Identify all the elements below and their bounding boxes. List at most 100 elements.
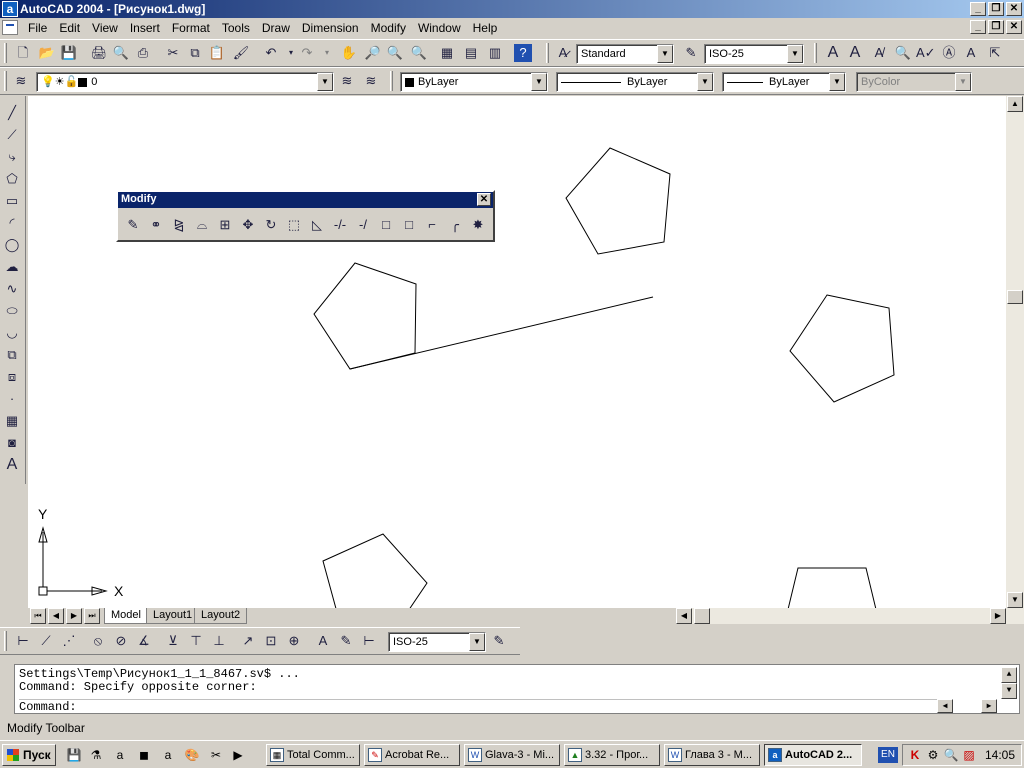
trim-icon[interactable]: -/- (331, 216, 349, 234)
chevron-down-icon[interactable]: ▼ (469, 633, 485, 651)
dimension-text-edit-icon[interactable]: ✎ (337, 632, 355, 650)
mirror-icon[interactable]: ⧎ (170, 216, 188, 234)
doc-restore-button[interactable]: ❐ (988, 20, 1004, 34)
ellipse-icon[interactable]: ⬭ (3, 302, 21, 320)
break-at-point-icon[interactable]: □ (377, 216, 395, 234)
menu-view[interactable]: View (86, 21, 124, 35)
linear-dimension-icon[interactable]: ⊢ (14, 632, 32, 650)
insert-block-icon[interactable]: ⧉ (3, 346, 21, 364)
color-combo[interactable]: ByLayer ▼ (400, 72, 548, 92)
break-icon[interactable]: □ (400, 216, 418, 234)
language-indicator[interactable]: EN (878, 747, 898, 763)
pentagon-shape[interactable] (783, 567, 881, 627)
edit-text-icon[interactable]: A̸ (870, 44, 888, 62)
document-icon[interactable] (2, 20, 18, 35)
chevron-down-icon[interactable]: ▼ (531, 73, 547, 91)
minimize-button[interactable]: _ (970, 2, 986, 16)
toolbar-grip[interactable] (4, 43, 7, 63)
plot-icon[interactable]: 🖨 (90, 44, 108, 62)
antivirus-icon[interactable]: K (907, 747, 923, 763)
paste-icon[interactable]: 📋 (208, 44, 226, 62)
menu-draw[interactable]: Draw (256, 21, 296, 35)
pentagon-shape[interactable] (789, 294, 895, 403)
save-icon[interactable]: 💾 (60, 44, 78, 62)
scroll-up-icon[interactable]: ▲ (1001, 667, 1017, 683)
properties-icon[interactable]: ▦ (438, 44, 456, 62)
tool-palettes-icon[interactable]: ▥ (486, 44, 504, 62)
quicklaunch-autocad-icon[interactable]: a (112, 747, 128, 763)
ordinate-dimension-icon[interactable]: ⋰ (60, 632, 78, 650)
find-text-icon[interactable]: 🔍 (894, 44, 912, 62)
continue-dimension-icon[interactable]: ⊥ (210, 632, 228, 650)
spell-check-icon[interactable]: A✓ (916, 44, 936, 62)
single-line-text-icon[interactable]: A (846, 44, 864, 62)
zoom-previous-icon[interactable]: 🔍 (410, 44, 428, 62)
construction-line-icon[interactable]: ⟋ (3, 126, 21, 144)
angular-dimension-icon[interactable]: ∡ (135, 632, 153, 650)
menu-edit[interactable]: Edit (53, 21, 86, 35)
scroll-up-icon[interactable]: ▲ (1007, 96, 1023, 112)
extend-icon[interactable]: -/ (354, 216, 372, 234)
prev-tab-icon[interactable]: ◀ (48, 608, 64, 624)
chevron-down-icon[interactable]: ▼ (317, 73, 333, 91)
menu-tools[interactable]: Tools (216, 21, 256, 35)
copy-icon[interactable]: ⧉ (186, 44, 204, 62)
command-window[interactable]: Settings\Temp\Рисунок1_1_1_8467.sv$ ... … (14, 664, 1020, 714)
match-properties-icon[interactable]: 🖌 (232, 44, 250, 62)
scroll-down-icon[interactable]: ▼ (1007, 592, 1023, 608)
task-acrobat[interactable]: ✎ Acrobat Re... (364, 744, 460, 766)
zoom-window-icon[interactable]: 🔍 (386, 44, 404, 62)
toolbar-grip[interactable] (814, 43, 817, 63)
menu-window[interactable]: Window (412, 21, 467, 35)
modify-toolbar-caption[interactable]: Modify ✕ (118, 192, 493, 208)
quicklaunch-media-icon[interactable]: ▶ (230, 747, 246, 763)
fillet-icon[interactable]: ╭ (446, 216, 464, 234)
stretch-icon[interactable]: ◺ (308, 216, 326, 234)
spline-icon[interactable]: ∿ (3, 280, 21, 298)
text-style-dialog-icon[interactable]: Ⓐ (940, 44, 958, 62)
linetype-combo[interactable]: ByLayer ▼ (556, 72, 714, 92)
scroll-left-icon[interactable]: ◀ (676, 608, 692, 624)
menu-dimension[interactable]: Dimension (296, 21, 365, 35)
pentagon-shape[interactable] (313, 262, 417, 370)
quick-dimension-icon[interactable]: ⊻ (164, 632, 182, 650)
chevron-down-icon[interactable]: ▼ (697, 73, 713, 91)
task-word-chapter3[interactable]: W Глава 3 - M... (664, 744, 760, 766)
network-icon[interactable]: ⚙ (925, 747, 941, 763)
make-block-icon[interactable]: ⧈ (3, 368, 21, 386)
region-icon[interactable]: ◙ (3, 434, 21, 452)
text-style-combo[interactable]: Standard ▼ (576, 44, 674, 64)
polyline-icon[interactable]: ⤷ (3, 148, 21, 166)
tab-layout1[interactable]: Layout1 (146, 608, 200, 624)
dimension-update-icon[interactable]: ⊢ (360, 632, 378, 650)
scale-icon[interactable]: ⬚ (285, 216, 303, 234)
menu-modify[interactable]: Modify (365, 21, 412, 35)
erase-icon[interactable]: ✎ (124, 216, 142, 234)
menu-file[interactable]: File (22, 21, 53, 35)
offset-icon[interactable]: ⌓ (193, 216, 211, 234)
vertical-scrollbar[interactable]: ▲ ▼ (1006, 96, 1024, 608)
dimension-edit-icon[interactable]: A (314, 632, 332, 650)
undo-icon[interactable]: ↶ (262, 44, 280, 62)
chevron-down-icon[interactable]: ▼ (829, 73, 845, 91)
task-word-glava3[interactable]: W Glava-3 - Mi... (464, 744, 560, 766)
dim-style-combo-bottom[interactable]: ISO-25 ▼ (388, 632, 486, 652)
toolbar-grip[interactable] (4, 71, 7, 91)
scroll-thumb[interactable] (1007, 290, 1023, 304)
scale-text-icon[interactable]: A (962, 44, 980, 62)
tray-app-icon[interactable]: ▨ (961, 747, 977, 763)
close-button[interactable]: ✕ (1006, 2, 1022, 16)
dimension-style-icon[interactable]: ✎ (490, 632, 508, 650)
cut-icon[interactable]: ✂ (164, 44, 182, 62)
tolerance-icon[interactable]: ⊡ (262, 632, 280, 650)
pentagon-shape[interactable] (322, 533, 428, 627)
scroll-right-icon[interactable]: ▶ (981, 699, 997, 713)
radius-dimension-icon[interactable]: ⦸ (89, 632, 107, 650)
line-icon[interactable]: ╱ (3, 104, 21, 122)
plot-preview-icon[interactable]: 🔍 (112, 44, 130, 62)
circle-icon[interactable]: ◯ (3, 236, 21, 254)
pan-icon[interactable]: ✋ (340, 44, 358, 62)
scroll-down-icon[interactable]: ▼ (1001, 683, 1017, 699)
tab-model[interactable]: Model (104, 608, 148, 624)
scroll-left-icon[interactable]: ◀ (937, 699, 953, 713)
